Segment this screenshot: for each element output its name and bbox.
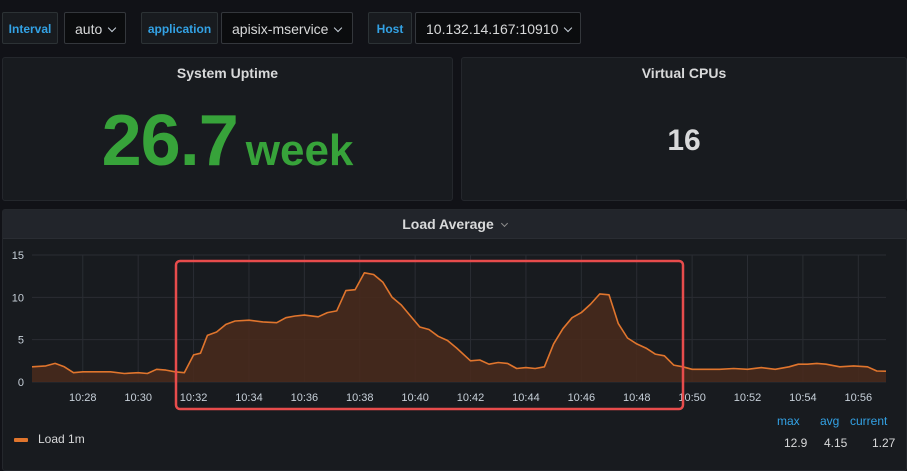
series-area-load-1m [32, 272, 886, 382]
load-average-chart[interactable]: 0 5 10 15 10:28 10:30 10:32 10:34 10:36 10:38 10:4… [0, 0, 907, 471]
x-tick-label: 10:52 [734, 392, 762, 404]
x-tick-label: 10:36 [291, 392, 319, 404]
legend-header-avg[interactable]: avg [820, 414, 839, 428]
x-tick-label: 10:28 [69, 392, 97, 404]
legend-series[interactable]: Load 1m [14, 432, 85, 446]
x-tick-label: 10:56 [845, 392, 873, 404]
x-tick-label: 10:42 [457, 392, 485, 404]
x-tick-label: 10:38 [346, 392, 374, 404]
legend-series-name: Load 1m [38, 432, 85, 446]
x-tick-label: 10:54 [789, 392, 817, 404]
x-tick-label: 10:30 [124, 392, 152, 404]
y-tick-label: 15 [12, 250, 24, 262]
legend-value-max: 12.9 [784, 436, 808, 450]
y-tick-label: 10 [12, 292, 24, 304]
x-tick-label: 10:34 [235, 392, 263, 404]
legend-color-swatch [14, 437, 28, 442]
x-tick-label: 10:44 [512, 392, 540, 404]
x-tick-label: 10:48 [623, 392, 651, 404]
y-tick-label: 5 [18, 335, 24, 347]
legend-value-avg: 4.15 [824, 436, 848, 450]
legend-header-current[interactable]: current [850, 414, 887, 428]
x-tick-label: 10:32 [180, 392, 208, 404]
x-tick-label: 10:40 [401, 392, 429, 404]
x-tick-label: 10:46 [568, 392, 596, 404]
y-tick-label: 0 [18, 377, 24, 389]
legend-value-current: 1.27 [872, 436, 896, 450]
legend-header-max[interactable]: max [777, 414, 800, 428]
